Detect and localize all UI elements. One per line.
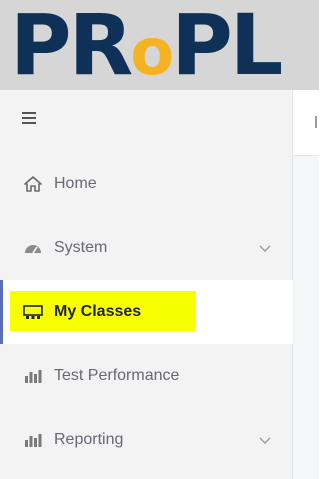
sidebar-item-home[interactable]: Home (0, 152, 293, 216)
bar-chart-icon (22, 368, 44, 384)
chevron-down-icon (259, 240, 271, 258)
sidebar-item-system[interactable]: System (0, 216, 293, 280)
chevron-down-icon (259, 432, 271, 450)
sidebar-item-test-performance[interactable]: Test Performance (0, 344, 293, 408)
header-edge-mark (315, 116, 317, 128)
gauge-icon (22, 241, 44, 255)
propl-logo[interactable]: PRoPL (10, 0, 283, 90)
sidebar-item-label: Reporting (54, 431, 124, 448)
logo-text-part1: PR (10, 0, 133, 90)
sidebar-item-my-classes[interactable]: My Classes (0, 280, 293, 344)
bar-chart-icon (22, 432, 44, 448)
classes-icon (22, 304, 44, 320)
menu-toggle-icon[interactable] (22, 112, 42, 126)
sidebar-item-label: Test Performance (54, 367, 180, 384)
sidebar-item-label: My Classes (54, 303, 142, 320)
sidebar-item-reporting[interactable]: Reporting (0, 408, 293, 472)
top-header-bar (293, 90, 319, 156)
main-content-area (293, 90, 319, 479)
home-icon (22, 176, 44, 192)
sidebar-item-label: System (54, 239, 108, 256)
logo-bar: PRoPL (0, 0, 319, 90)
logo-text-part3: PL (171, 0, 283, 90)
sidebar: Home System My Classes Test Performance … (0, 90, 293, 479)
sidebar-item-label: Home (54, 175, 97, 192)
logo-text-part2: o (130, 16, 174, 90)
active-indicator (0, 280, 3, 344)
